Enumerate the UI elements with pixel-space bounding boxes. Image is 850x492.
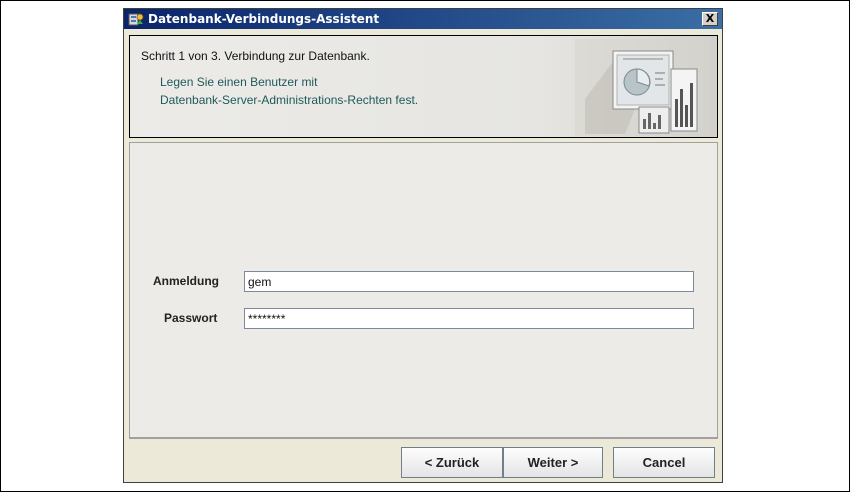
- wizard-content: Anmeldung gem Passwort ********: [129, 142, 718, 438]
- window-title: Datenbank-Verbindungs-Assistent: [148, 12, 380, 26]
- chart-illustration-icon: [575, 39, 710, 136]
- step-text: Schritt 1 von 3. Verbindung zur Datenban…: [141, 49, 370, 63]
- cancel-button[interactable]: Cancel: [613, 447, 715, 478]
- step-description: Legen Sie einen Benutzer mit Datenbank-S…: [160, 73, 418, 109]
- back-button[interactable]: < Zurück: [401, 447, 503, 478]
- title-bar[interactable]: Datenbank-Verbindungs-Assistent X: [124, 9, 722, 29]
- wizard-header: Schritt 1 von 3. Verbindung zur Datenban…: [129, 35, 718, 138]
- close-icon: X: [705, 12, 715, 25]
- next-button[interactable]: Weiter >: [503, 447, 603, 478]
- password-input[interactable]: ********: [244, 308, 694, 329]
- password-label: Passwort: [164, 311, 218, 325]
- close-button[interactable]: X: [702, 12, 718, 26]
- login-label: Anmeldung: [153, 274, 219, 288]
- wizard-window: Datenbank-Verbindungs-Assistent X Schrit…: [123, 8, 723, 483]
- description-line-1: Legen Sie einen Benutzer mit: [160, 75, 318, 89]
- database-wizard-icon: [128, 13, 144, 26]
- footer-divider: [129, 438, 718, 439]
- description-line-2: Datenbank-Server-Administrations-Rechten…: [160, 93, 419, 107]
- login-input[interactable]: gem: [244, 271, 694, 292]
